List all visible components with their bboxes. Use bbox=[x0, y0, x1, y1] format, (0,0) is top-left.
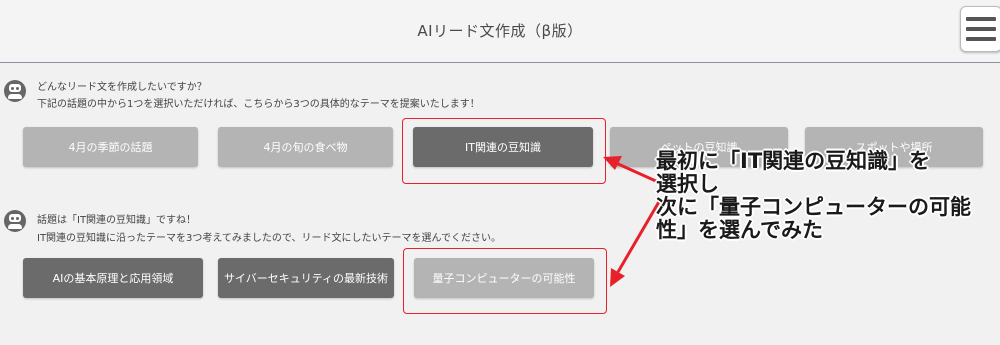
annotation-line: 次に「量子コンピューターの可能 bbox=[656, 195, 971, 219]
arrow-to-theme bbox=[616, 199, 662, 273]
annotation-line: 選択し bbox=[656, 172, 719, 196]
arrow-to-topic bbox=[615, 161, 659, 184]
annotation-line: 性」を選んでみた bbox=[656, 218, 823, 242]
annotation-text: 最初に「IT関連の豆知識」を 選択し 次に「量子コンピューターの可能 性」を選ん… bbox=[656, 150, 996, 242]
annotation-line: 最初に「IT関連の豆知識」を bbox=[656, 149, 931, 173]
